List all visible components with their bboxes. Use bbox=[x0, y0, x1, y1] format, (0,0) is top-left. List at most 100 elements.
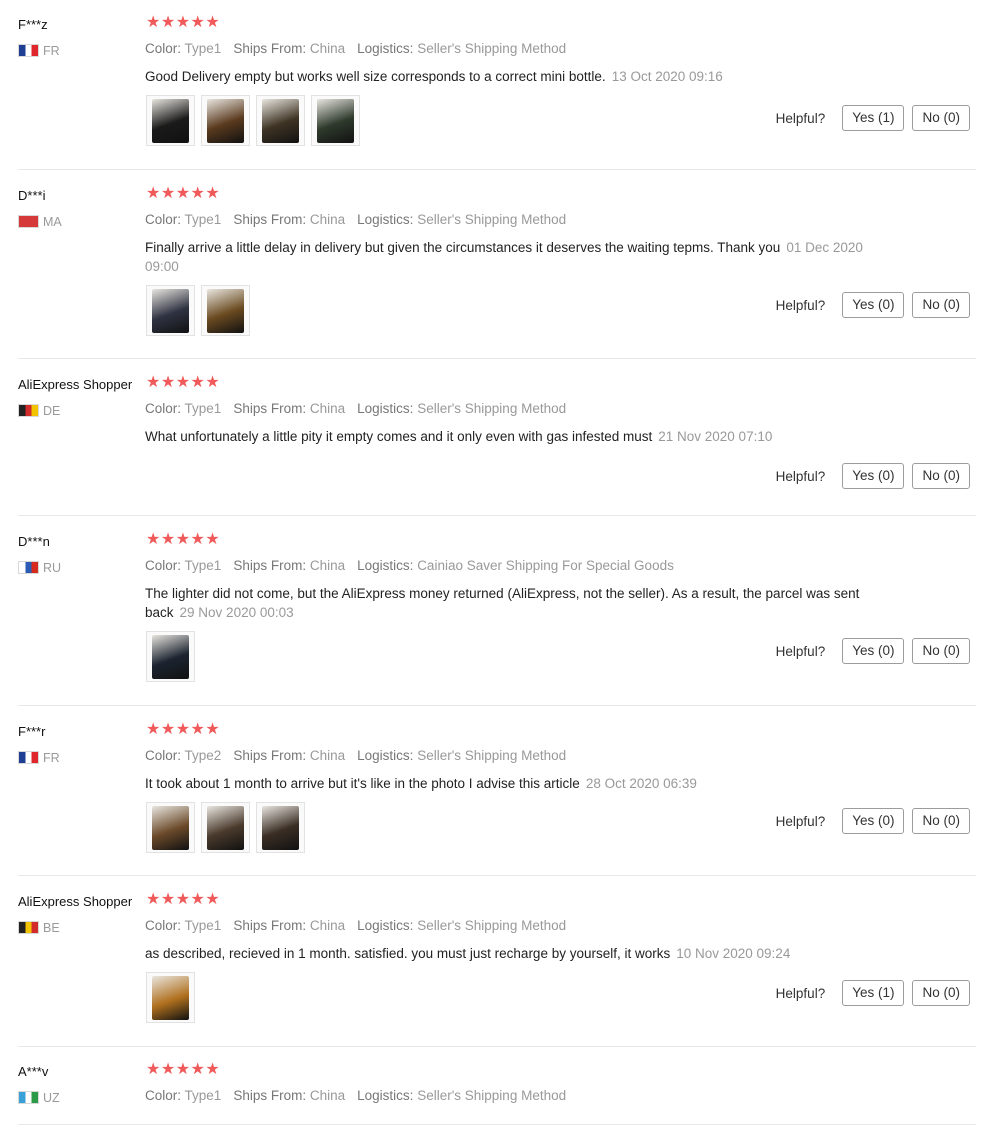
star-rating: ★★★★★ bbox=[146, 374, 221, 391]
helpful-no-button[interactable]: No (0) bbox=[912, 638, 970, 664]
attr-value-color: Type1 bbox=[184, 401, 222, 416]
attr-label-logistics: Logistics: bbox=[357, 41, 414, 56]
review-photo-thumbnail[interactable] bbox=[201, 95, 250, 146]
review-photo-thumbnail[interactable] bbox=[146, 631, 195, 682]
attr-label-logistics: Logistics: bbox=[357, 401, 414, 416]
review-attributes: Color: Type1 Ships From: China Logistics: … bbox=[145, 558, 674, 573]
reviewer-name: F***r bbox=[18, 724, 46, 739]
review-photos bbox=[146, 95, 360, 146]
review-photos bbox=[146, 972, 195, 1023]
attr-label-color: Color: bbox=[145, 748, 182, 763]
review-photo-thumbnail[interactable] bbox=[146, 285, 195, 336]
helpful-yes-button[interactable]: Yes (0) bbox=[842, 808, 905, 834]
attr-label-logistics: Logistics: bbox=[357, 748, 414, 763]
star-rating: ★★★★★ bbox=[146, 721, 221, 738]
attr-value-color: Type2 bbox=[184, 748, 222, 763]
reviewer-country: DE bbox=[18, 404, 60, 418]
review-text: Good Delivery empty but works well size … bbox=[145, 67, 877, 86]
country-flag-icon bbox=[18, 404, 39, 417]
helpful-yes-button[interactable]: Yes (1) bbox=[842, 980, 905, 1006]
attr-label-color: Color: bbox=[145, 401, 182, 416]
attr-label-logistics: Logistics: bbox=[357, 558, 414, 573]
attr-value-logistics: Seller's Shipping Method bbox=[417, 1088, 567, 1103]
attr-label-color: Color: bbox=[145, 41, 182, 56]
country-code: FR bbox=[43, 751, 60, 765]
helpful-yes-button[interactable]: Yes (0) bbox=[842, 463, 905, 489]
reviewer-country: FR bbox=[18, 44, 60, 58]
reviewer-name: F***z bbox=[18, 17, 48, 32]
photo-image bbox=[152, 288, 189, 333]
helpful-vote: Helpful? Yes (0) No (0) bbox=[776, 463, 970, 489]
review-item: AliExpress Shopper BE ★★★★★ Color: Type1 Shi… bbox=[0, 891, 976, 1047]
attr-value-logistics: Seller's Shipping Method bbox=[417, 41, 567, 56]
review-feed: F***z FR ★★★★★ Color: Type1 Ships From: Chin… bbox=[0, 0, 1000, 1125]
country-code: MA bbox=[43, 215, 62, 229]
attr-label-logistics: Logistics: bbox=[357, 212, 414, 227]
review-item: A***v UZ ★★★★★ Color: Type1 Ships From: Chin… bbox=[0, 1061, 976, 1125]
review-photo-thumbnail[interactable] bbox=[146, 972, 195, 1023]
attr-label-ships-from: Ships From: bbox=[233, 401, 307, 416]
attr-label-ships-from: Ships From: bbox=[233, 41, 307, 56]
photo-image bbox=[262, 98, 299, 143]
reviewer-name: AliExpress Shopper bbox=[18, 377, 133, 392]
country-code: FR bbox=[43, 44, 60, 58]
review-divider bbox=[18, 515, 976, 516]
attr-value-color: Type1 bbox=[184, 212, 222, 227]
country-flag-icon bbox=[18, 1091, 39, 1104]
reviewer-country: FR bbox=[18, 751, 60, 765]
review-divider bbox=[18, 169, 976, 170]
attr-value-ships-from: China bbox=[309, 1088, 346, 1103]
country-code: DE bbox=[43, 404, 61, 418]
review-photos bbox=[146, 631, 195, 682]
review-item: D***n RU ★★★★★ Color: Type1 Ships From: Chin… bbox=[0, 531, 976, 706]
review-photo-thumbnail[interactable] bbox=[146, 95, 195, 146]
attr-value-logistics: Seller's Shipping Method bbox=[417, 212, 567, 227]
attr-value-ships-from: China bbox=[309, 558, 346, 573]
photo-image bbox=[207, 288, 244, 333]
helpful-no-button[interactable]: No (0) bbox=[912, 105, 970, 131]
reviewer-name: D***i bbox=[18, 188, 46, 203]
helpful-yes-button[interactable]: Yes (0) bbox=[842, 292, 905, 318]
attr-value-logistics: Seller's Shipping Method bbox=[417, 401, 567, 416]
star-rating: ★★★★★ bbox=[146, 531, 221, 548]
reviewer-country: BE bbox=[18, 921, 60, 935]
attr-value-ships-from: China bbox=[309, 41, 346, 56]
review-text: The lighter did not come, but the AliExp… bbox=[145, 584, 877, 622]
attr-value-ships-from: China bbox=[309, 401, 346, 416]
helpful-yes-button[interactable]: Yes (0) bbox=[842, 638, 905, 664]
reviewer-name: AliExpress Shopper bbox=[18, 894, 133, 909]
review-body: as described, recieved in 1 month. satis… bbox=[145, 946, 671, 961]
attr-value-logistics: Seller's Shipping Method bbox=[417, 918, 567, 933]
review-photo-thumbnail[interactable] bbox=[256, 802, 305, 853]
review-body: Finally arrive a little delay in deliver… bbox=[145, 240, 781, 255]
review-attributes: Color: Type1 Ships From: China Logistics: … bbox=[145, 41, 566, 56]
country-flag-icon bbox=[18, 215, 39, 228]
helpful-no-button[interactable]: No (0) bbox=[912, 980, 970, 1006]
attr-label-color: Color: bbox=[145, 558, 182, 573]
helpful-no-button[interactable]: No (0) bbox=[912, 808, 970, 834]
review-attributes: Color: Type1 Ships From: China Logistics: … bbox=[145, 918, 566, 933]
helpful-label: Helpful? bbox=[775, 643, 826, 659]
photo-image bbox=[152, 805, 189, 850]
helpful-vote: Helpful? Yes (0) No (0) bbox=[776, 292, 970, 318]
helpful-label: Helpful? bbox=[775, 985, 826, 1001]
country-flag-icon bbox=[18, 44, 39, 57]
attr-label-ships-from: Ships From: bbox=[233, 212, 307, 227]
review-photo-thumbnail[interactable] bbox=[201, 285, 250, 336]
review-photo-thumbnail[interactable] bbox=[256, 95, 305, 146]
review-photo-thumbnail[interactable] bbox=[201, 802, 250, 853]
review-date: 13 Oct 2020 09:16 bbox=[611, 69, 723, 84]
photo-image bbox=[262, 805, 299, 850]
attr-label-ships-from: Ships From: bbox=[233, 558, 307, 573]
helpful-yes-button[interactable]: Yes (1) bbox=[842, 105, 905, 131]
country-code: UZ bbox=[43, 1091, 60, 1105]
attr-label-color: Color: bbox=[145, 918, 182, 933]
review-photos bbox=[146, 802, 305, 853]
helpful-no-button[interactable]: No (0) bbox=[912, 292, 970, 318]
review-text: It took about 1 month to arrive but it's… bbox=[145, 774, 877, 793]
helpful-no-button[interactable]: No (0) bbox=[912, 463, 970, 489]
review-photo-thumbnail[interactable] bbox=[311, 95, 360, 146]
review-photo-thumbnail[interactable] bbox=[146, 802, 195, 853]
helpful-vote: Helpful? Yes (0) No (0) bbox=[776, 638, 970, 664]
attr-value-logistics: Cainiao Saver Shipping For Special Goods bbox=[417, 558, 674, 573]
